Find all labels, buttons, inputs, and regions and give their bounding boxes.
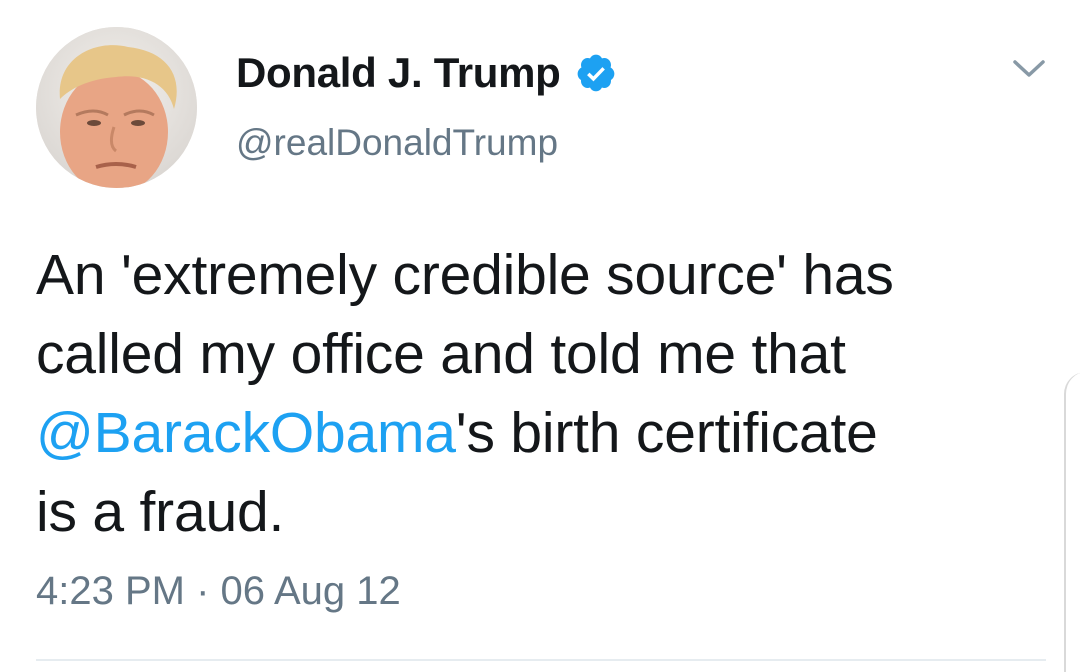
edge-overlay (1064, 372, 1080, 672)
tweet-text-line: @BarackObama's birth certificate (36, 394, 1056, 473)
timestamp-separator: · (196, 569, 210, 613)
author-name-row[interactable]: Donald J. Trump (236, 52, 617, 94)
tweet-text-line: is a fraud. (36, 480, 285, 544)
tweet-time: 4:23 PM (36, 569, 185, 613)
divider (36, 659, 1046, 661)
tweet-date: 06 Aug 12 (220, 569, 401, 613)
tweet-timestamp[interactable]: 4:23 PM · 06 Aug 12 (36, 571, 401, 611)
author-display-name[interactable]: Donald J. Trump (236, 52, 561, 94)
chevron-down-icon[interactable] (1012, 58, 1046, 80)
author-handle[interactable]: @realDonaldTrump (236, 124, 558, 161)
tweet-text-line: An 'extremely credible source' has (36, 243, 894, 307)
tweet-text-line: called my office and told me that (36, 322, 846, 386)
tweet-text-segment: 's birth certificate (455, 401, 878, 465)
avatar[interactable] (36, 27, 197, 188)
tweet-text: An 'extremely credible source' has calle… (36, 236, 1056, 552)
verified-badge-icon (577, 54, 614, 92)
tweet-card: Donald J. Trump @realDonaldTrump An 'ext… (0, 0, 1080, 672)
mention-link[interactable]: @BarackObama (36, 401, 456, 465)
